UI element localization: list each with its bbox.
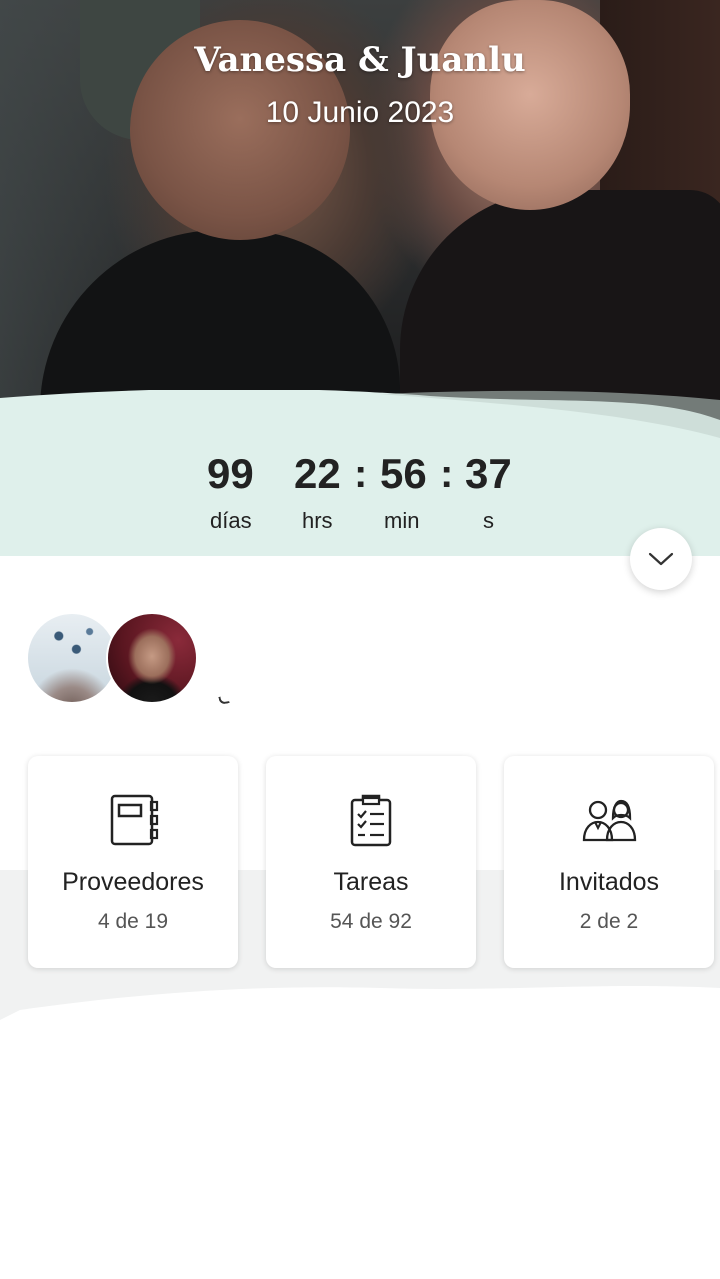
card-label: Proveedores xyxy=(62,868,204,896)
card-tareas[interactable]: Tareas 54 de 92 xyxy=(266,756,476,968)
card-progress: 4 de 19 xyxy=(97,910,169,933)
guests-couple-icon xyxy=(582,799,637,842)
countdown-separator: : xyxy=(354,452,368,496)
stray-mark xyxy=(218,695,230,705)
minutes-label: min xyxy=(384,508,420,533)
avatar-partner-1[interactable] xyxy=(26,612,118,704)
card-label: Invitados xyxy=(558,868,660,896)
seconds-label: s xyxy=(483,508,494,533)
card-label: Tareas xyxy=(333,868,409,896)
notebook-icon xyxy=(110,794,159,846)
expand-button[interactable] xyxy=(630,528,692,590)
couple-names-title: Vanessa & Juanlu xyxy=(194,40,526,80)
card-invitados[interactable]: Invitados 2 de 2 xyxy=(504,756,714,968)
countdown-seconds: 37 xyxy=(465,450,512,497)
card-progress: 54 de 92 xyxy=(330,910,412,933)
days-label: días xyxy=(210,508,252,533)
card-progress: 2 de 2 xyxy=(579,910,639,933)
countdown-separator: : xyxy=(440,452,454,496)
chevron-down-icon xyxy=(648,552,674,566)
avatar-partner-2[interactable] xyxy=(106,612,198,704)
hours-label: hrs xyxy=(302,508,333,533)
wedding-date: 10 Junio 2023 xyxy=(265,96,455,129)
countdown-minutes: 56 xyxy=(380,450,427,497)
card-proveedores[interactable]: Proveedores 4 de 19 xyxy=(28,756,238,968)
clipboard-checklist-icon xyxy=(350,794,392,847)
countdown-days: 99 xyxy=(207,450,254,497)
countdown-hours: 22 xyxy=(294,450,341,497)
